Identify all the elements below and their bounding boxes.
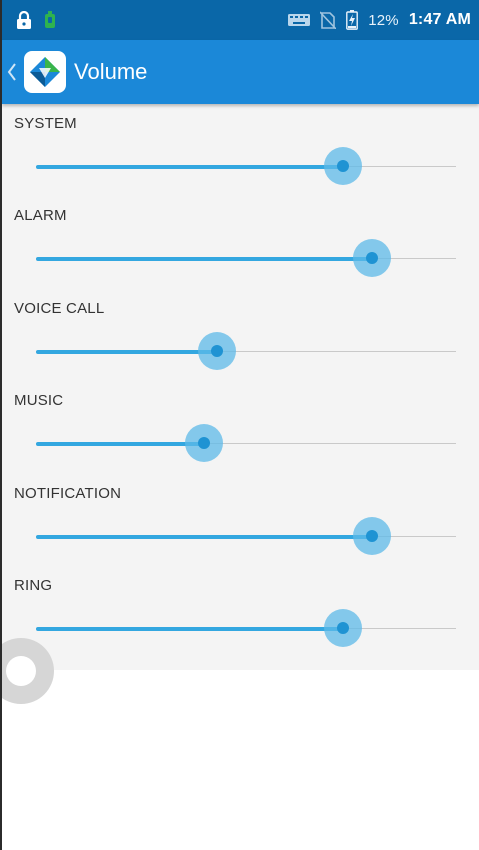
- volume-panel: SYSTEM ALARM VOICE CALL MUSIC NOTIFICATI…: [2, 104, 479, 670]
- slider-label: RING: [14, 577, 53, 594]
- slider-fill: [36, 627, 343, 631]
- slider-label: VOICE CALL: [14, 300, 105, 317]
- music-volume-slider[interactable]: [36, 424, 456, 462]
- slider-row-ring: RING: [2, 566, 479, 658]
- slider-label: ALARM: [14, 207, 67, 224]
- voice-call-volume-slider[interactable]: [36, 332, 456, 370]
- slider-fill: [36, 165, 343, 169]
- slider-label: SYSTEM: [14, 115, 77, 132]
- no-sim-icon: [320, 11, 337, 29]
- notification-volume-slider[interactable]: [36, 517, 456, 555]
- app-logo-icon[interactable]: [24, 51, 66, 93]
- page-title: Volume: [74, 59, 148, 84]
- android-debug-icon: [44, 11, 56, 29]
- slider-thumb[interactable]: [353, 517, 391, 555]
- chevron-left-icon[interactable]: [6, 62, 18, 82]
- slider-row-voice-call: VOICE CALL: [2, 289, 479, 381]
- system-volume-slider[interactable]: [36, 147, 456, 185]
- screen: 12% 1:47 AM Volume SYSTEM ALARM VOICE CA…: [0, 0, 479, 850]
- app-bar: Volume: [2, 40, 479, 104]
- floating-button-center: [6, 656, 36, 686]
- slider-row-notification: NOTIFICATION: [2, 474, 479, 566]
- slider-row-system: SYSTEM: [2, 104, 479, 196]
- slider-thumb[interactable]: [185, 424, 223, 462]
- lock-icon: [16, 11, 32, 29]
- slider-fill: [36, 350, 217, 354]
- slider-fill: [36, 442, 204, 446]
- slider-thumb[interactable]: [323, 609, 362, 647]
- slider-label: MUSIC: [14, 392, 64, 409]
- slider-fill: [36, 257, 372, 261]
- ring-volume-slider[interactable]: [36, 609, 456, 647]
- status-bar: 12% 1:47 AM: [2, 0, 479, 40]
- battery-percentage: 12%: [368, 11, 399, 29]
- alarm-volume-slider[interactable]: [36, 239, 456, 277]
- clock: 1:47 AM: [408, 11, 471, 28]
- status-left: [2, 11, 56, 29]
- slider-row-music: MUSIC: [2, 381, 479, 473]
- keyboard-icon: [288, 14, 311, 26]
- slider-label: NOTIFICATION: [14, 485, 122, 502]
- slider-fill: [36, 535, 372, 539]
- battery-charging-icon: [346, 10, 359, 30]
- slider-thumb[interactable]: [197, 332, 236, 370]
- slider-thumb[interactable]: [323, 147, 362, 185]
- slider-thumb[interactable]: [353, 239, 391, 277]
- slider-row-alarm: ALARM: [2, 196, 479, 288]
- status-right: 12% 1:47 AM: [288, 0, 479, 40]
